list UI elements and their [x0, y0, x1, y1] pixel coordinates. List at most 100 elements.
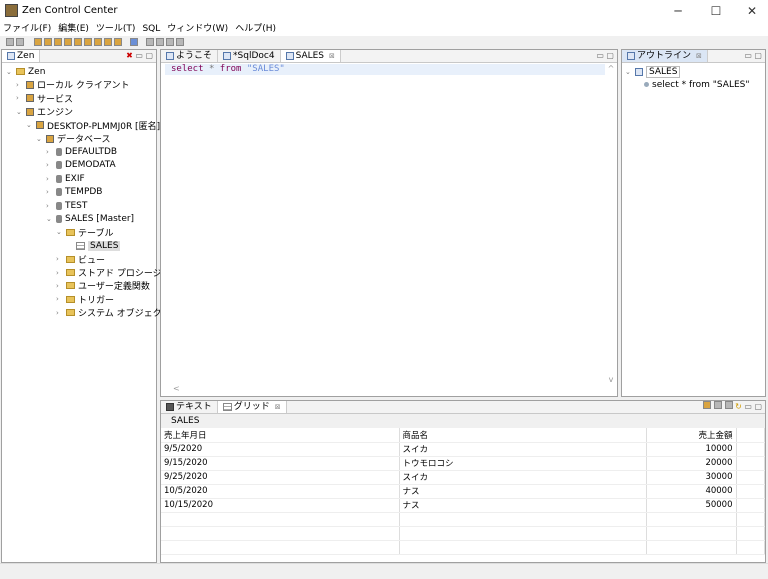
sql-editor[interactable]: select * from "SALES" — [165, 64, 605, 75]
table-cell[interactable]: 9/25/2020 — [161, 470, 400, 485]
expand-icon[interactable]: ⌄ — [56, 228, 63, 236]
panel-controls[interactable]: ✖ ▭ ▢ — [126, 50, 153, 62]
expand-icon[interactable]: ⌄ — [16, 108, 23, 116]
table-row[interactable] — [161, 526, 765, 541]
table-cell[interactable] — [399, 512, 647, 527]
menu-window[interactable]: ウィンドウ(W) — [167, 22, 228, 36]
table-cell[interactable]: 10/5/2020 — [161, 484, 400, 499]
outline-root[interactable]: ⌄ SALES — [625, 65, 681, 78]
empty-cell[interactable] — [736, 470, 765, 485]
expand-icon[interactable]: › — [46, 188, 53, 196]
tree-item[interactable]: ⌄ SALES [Master] — [46, 212, 134, 225]
table-cell[interactable]: 50000 — [646, 498, 737, 513]
menu-tools[interactable]: ツール(T) — [96, 22, 136, 36]
table-cell[interactable] — [161, 512, 400, 527]
table-cell[interactable] — [161, 540, 400, 555]
empty-cell[interactable] — [736, 540, 765, 555]
table-cell[interactable] — [646, 540, 737, 555]
toolbar-icon[interactable] — [74, 38, 82, 46]
table-row[interactable] — [161, 540, 765, 555]
copy-icon[interactable] — [714, 401, 722, 409]
expand-icon[interactable]: › — [46, 161, 53, 169]
run-icon[interactable] — [146, 38, 154, 46]
tab-sales[interactable]: SALES ⊠ — [280, 50, 341, 62]
results-grid[interactable]: 売上年月日 商品名 売上金額 9/5/2020 スイカ 10000 9/15/2020… — [161, 428, 765, 555]
toolbar-icon[interactable] — [104, 38, 112, 46]
tree-item[interactable]: › DEFAULTDB — [46, 145, 117, 158]
table-cell[interactable] — [646, 512, 737, 527]
toolbar-icon[interactable] — [114, 38, 122, 46]
column-header[interactable]: 売上金額 — [646, 428, 737, 443]
panel-controls[interactable]: ▭ ▢ — [744, 50, 762, 62]
expand-icon[interactable]: › — [56, 269, 63, 277]
table-cell[interactable]: ナス — [399, 484, 647, 499]
tree-item[interactable]: › システム オブジェクト — [56, 306, 171, 320]
column-header[interactable]: 売上年月日 — [161, 428, 400, 443]
expand-icon[interactable]: ⌄ — [625, 68, 632, 76]
expand-icon[interactable]: › — [56, 255, 63, 263]
close-button[interactable]: ✕ — [734, 0, 768, 22]
table-row[interactable]: 9/15/2020 トウモロコシ 20000 — [161, 456, 765, 471]
empty-cell[interactable] — [736, 512, 765, 527]
table-cell[interactable]: 10/15/2020 — [161, 498, 400, 513]
tree-item[interactable]: › ビュー — [56, 253, 105, 266]
empty-cell[interactable] — [736, 442, 765, 457]
tree-item[interactable]: › ユーザー定義関数 — [56, 279, 150, 293]
toolbar-icon[interactable] — [84, 38, 92, 46]
table-cell[interactable]: 9/15/2020 — [161, 456, 400, 471]
tab-welcome[interactable]: ようこそ — [161, 50, 219, 62]
table-row[interactable]: 9/5/2020 スイカ 10000 — [161, 442, 765, 457]
tree-item[interactable]: › サービス — [16, 92, 73, 105]
empty-cell[interactable] — [736, 526, 765, 541]
tab-zen[interactable]: Zen — [2, 50, 41, 62]
toolbar-icon[interactable] — [94, 38, 102, 46]
tab-outline[interactable]: アウトライン ⊠ — [622, 50, 708, 62]
empty-cell[interactable] — [736, 498, 765, 513]
horizontal-scrollbar[interactable]: < — [161, 384, 605, 396]
column-header[interactable]: 商品名 — [399, 428, 647, 443]
empty-cell[interactable] — [736, 484, 765, 499]
table-row[interactable]: 10/15/2020 ナス 50000 — [161, 498, 765, 513]
table-cell[interactable]: ナス — [399, 498, 647, 513]
tree-item[interactable]: ⌄ Zen — [6, 65, 45, 78]
toolbar-icon[interactable] — [64, 38, 72, 46]
empty-cell[interactable] — [736, 456, 765, 471]
table-cell[interactable]: 10000 — [646, 442, 737, 457]
tree-item[interactable]: ⌄ テーブル — [56, 226, 113, 239]
export-icon[interactable] — [703, 401, 712, 409]
toolbar-icon[interactable] — [54, 38, 62, 46]
expand-icon[interactable]: ⌄ — [6, 68, 13, 76]
outline-item[interactable]: select * from "SALES" — [644, 78, 750, 91]
panel-controls[interactable]: ▭ ▢ — [596, 50, 614, 62]
table-cell[interactable]: トウモロコシ — [399, 456, 647, 471]
table-cell[interactable]: 40000 — [646, 484, 737, 499]
expand-icon[interactable]: › — [46, 175, 53, 183]
expand-icon[interactable]: › — [46, 148, 53, 156]
save-icon[interactable] — [6, 38, 14, 46]
tree-item[interactable]: › TEMPDB — [46, 186, 102, 199]
toolbar-icon[interactable] — [156, 38, 164, 46]
expand-icon[interactable]: › — [56, 309, 63, 317]
table-row[interactable]: 10/5/2020 ナス 40000 — [161, 484, 765, 499]
expand-icon[interactable]: ⌄ — [26, 121, 33, 129]
table-cell[interactable] — [161, 526, 400, 541]
expand-icon[interactable]: › — [46, 202, 53, 210]
delete-icon[interactable]: ✖ — [126, 51, 133, 60]
tree-item[interactable]: › ローカル クライアント — [16, 78, 130, 91]
tree-item[interactable]: ⌄ データベース — [36, 132, 111, 145]
close-tab-icon[interactable]: ⊠ — [329, 50, 335, 62]
tree-item[interactable]: ⌄ DESKTOP-PLMMJ0R [匿名] — [26, 119, 160, 132]
tree-item[interactable]: › EXIF — [46, 172, 85, 185]
tree-item[interactable]: › TEST — [46, 199, 87, 212]
table-cell[interactable]: 30000 — [646, 470, 737, 485]
new-sql-icon[interactable] — [130, 38, 138, 46]
table-cell[interactable]: 9/5/2020 — [161, 442, 400, 457]
menu-file[interactable]: ファイル(F) — [3, 22, 51, 36]
toolbar-icon[interactable] — [34, 38, 42, 46]
tab-grid[interactable]: グリッド ⊠ — [217, 401, 287, 413]
tab-sqldoc4[interactable]: *SqlDoc4 — [218, 50, 281, 62]
menu-edit[interactable]: 編集(E) — [58, 22, 89, 36]
table-cell[interactable] — [399, 540, 647, 555]
table-cell[interactable] — [399, 526, 647, 541]
menu-help[interactable]: ヘルプ(H) — [235, 22, 276, 36]
